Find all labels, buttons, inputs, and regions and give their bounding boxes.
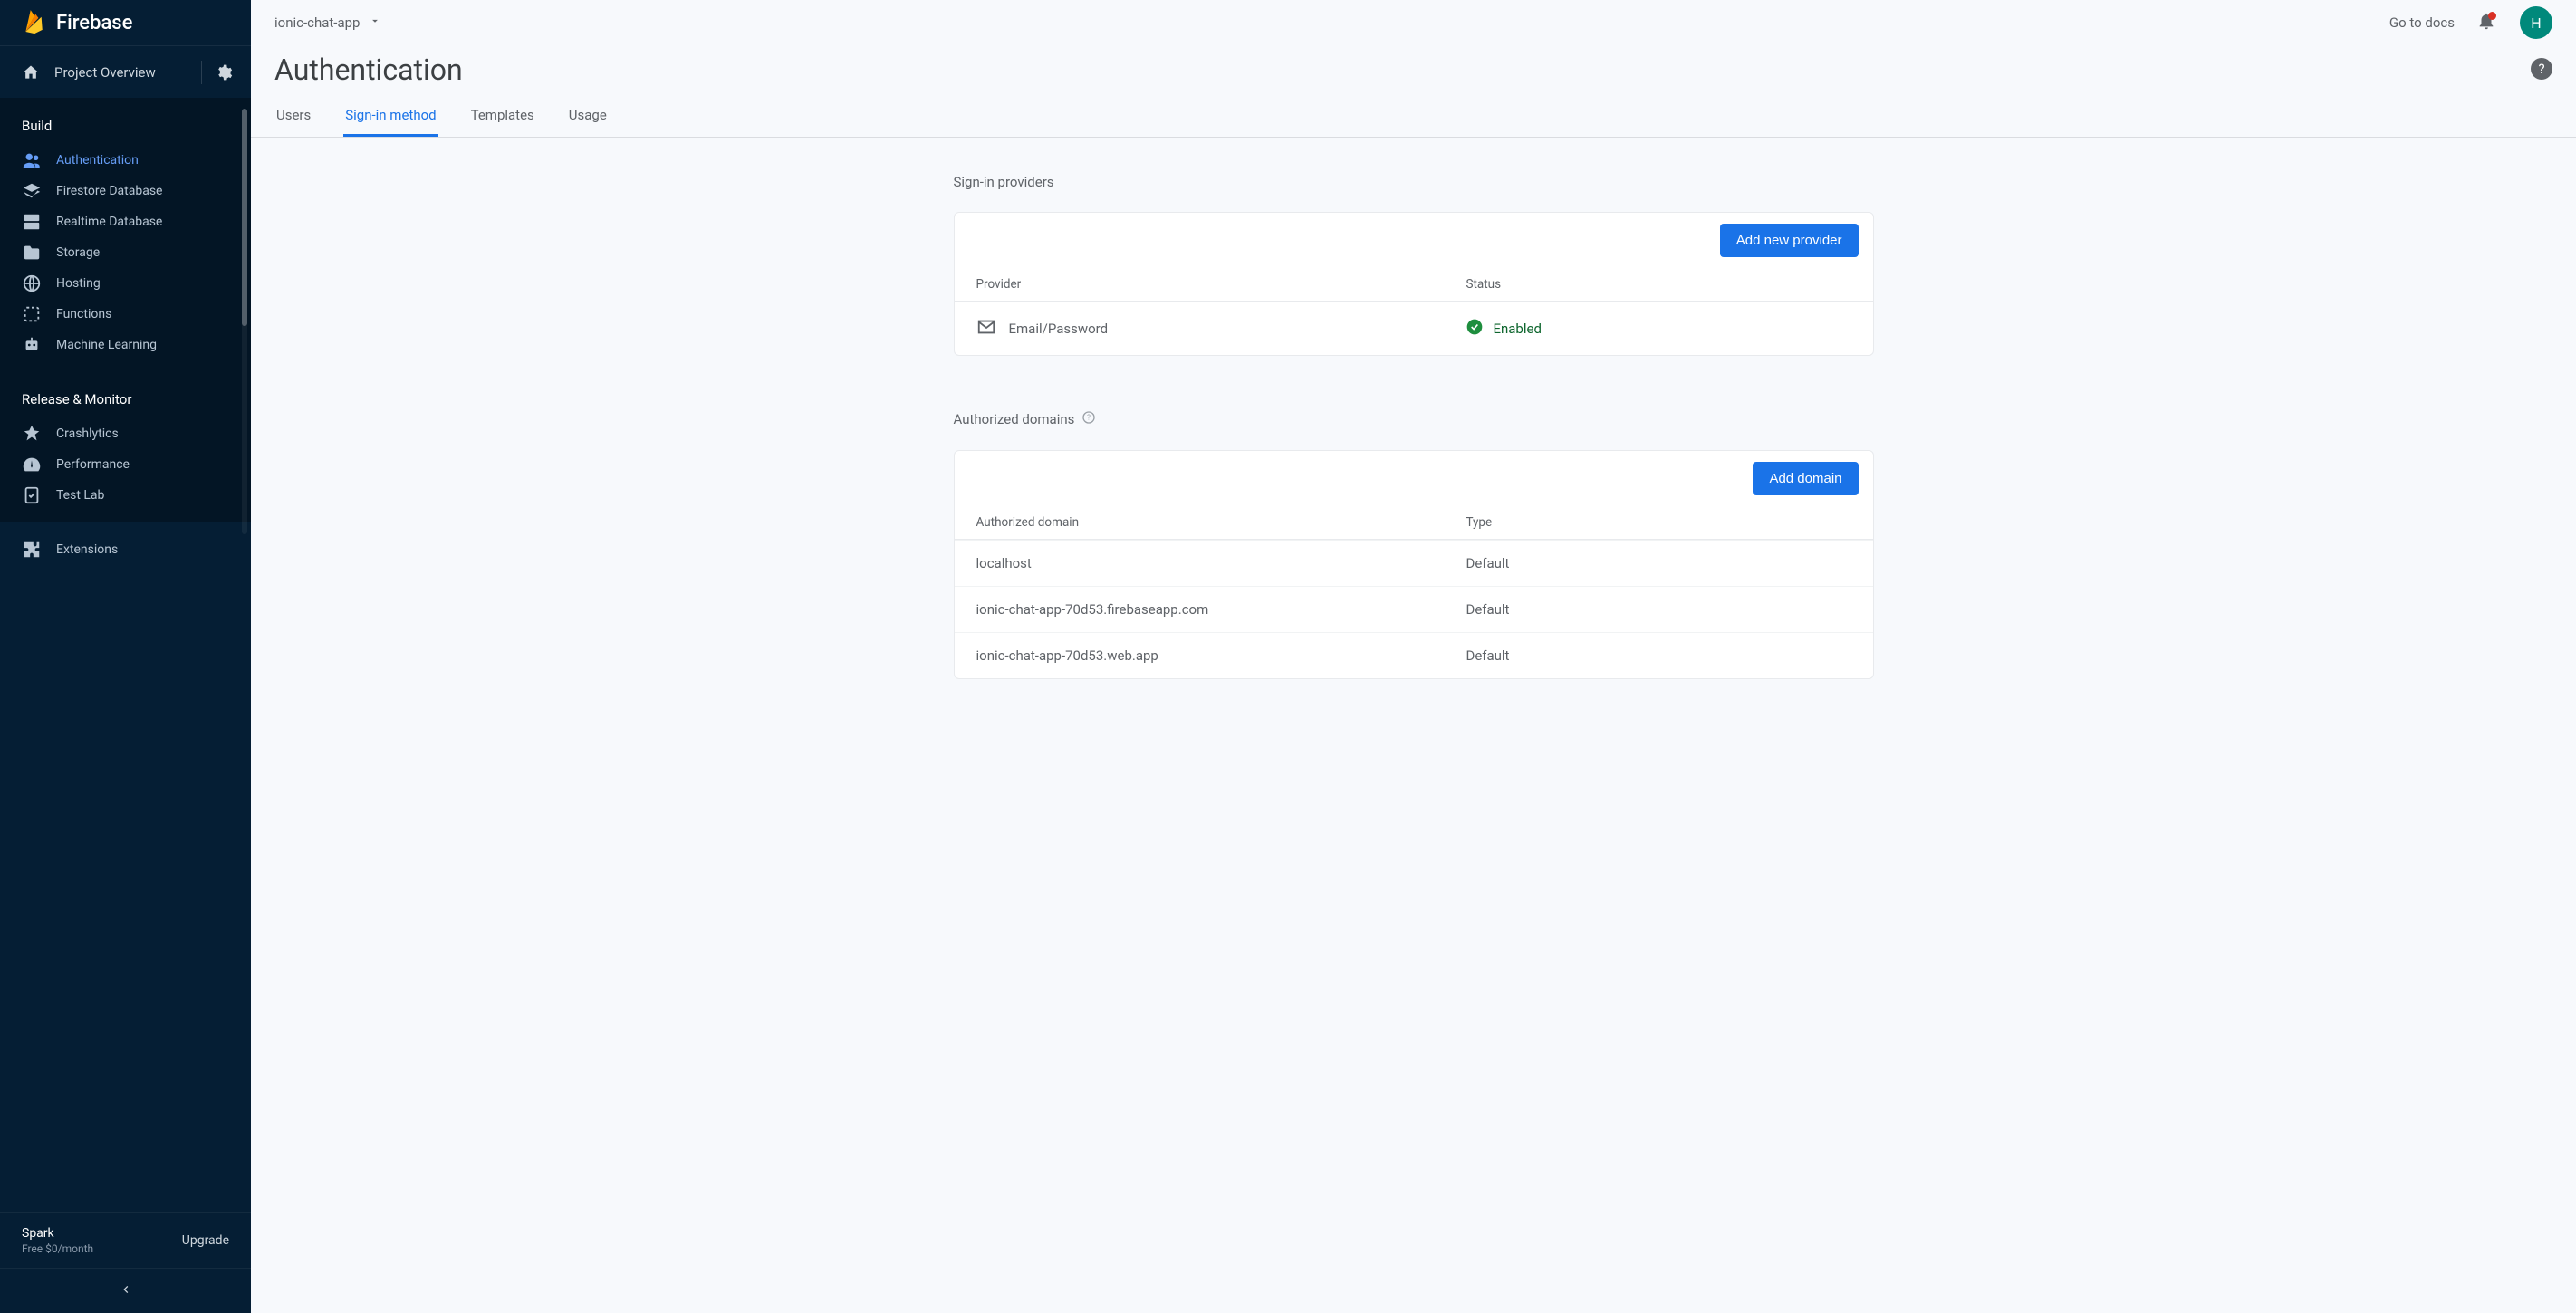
providers-table-head: Provider Status — [955, 268, 1873, 302]
topbar: ionic-chat-app Go to docs H — [251, 0, 2576, 45]
people-icon — [22, 150, 42, 170]
svg-text:?: ? — [1088, 414, 1091, 422]
firebase-wordmark: Firebase — [56, 12, 132, 34]
provider-row[interactable]: Email/Password Enabled — [955, 302, 1873, 355]
robot-icon — [22, 335, 42, 355]
sidebar-item-label: Storage — [56, 245, 100, 260]
plan-row: Spark Free $0/month Upgrade — [0, 1212, 251, 1268]
sidebar-item-testlab[interactable]: Test Lab — [0, 480, 251, 511]
sidebar-item-label: Firestore Database — [56, 184, 162, 198]
sidebar-item-label: Performance — [56, 457, 130, 472]
firebase-flame-icon — [22, 9, 45, 36]
add-provider-button[interactable]: Add new provider — [1720, 224, 1859, 257]
domains-table-head: Authorized domain Type — [955, 506, 1873, 540]
domains-card: Add domain Authorized domain Type localh… — [954, 450, 1874, 679]
sidebar-item-label: Machine Learning — [56, 338, 157, 352]
sidebar-item-hosting[interactable]: Hosting — [0, 268, 251, 299]
sidebar-item-label: Realtime Database — [56, 215, 162, 229]
col-status: Status — [1466, 277, 1850, 292]
tab-sign-in-method[interactable]: Sign-in method — [343, 107, 437, 137]
sidebar-item-firestore[interactable]: Firestore Database — [0, 176, 251, 206]
sidebar-item-label: Authentication — [56, 153, 139, 168]
sidebar-item-functions[interactable]: Functions — [0, 299, 251, 330]
plan-name: Spark — [22, 1226, 93, 1241]
project-selector[interactable]: ionic-chat-app — [274, 14, 381, 31]
page-title: Authentication — [274, 53, 2552, 87]
sidebar-scrollbar[interactable] — [242, 109, 247, 534]
tab-usage[interactable]: Usage — [567, 107, 609, 137]
domain-value: localhost — [976, 555, 1466, 571]
nav-group-release: Crashlytics Performance Test Lab — [0, 418, 251, 522]
project-overview-row[interactable]: Project Overview — [0, 45, 251, 98]
main: ionic-chat-app Go to docs H Authenticati… — [251, 0, 2576, 1313]
providers-card: Add new provider Provider Status Email/P… — [954, 212, 1874, 356]
domain-row[interactable]: localhost Default — [955, 540, 1873, 586]
domain-value: ionic-chat-app-70d53.web.app — [976, 647, 1466, 664]
col-provider: Provider — [976, 277, 1466, 292]
checklist-icon — [22, 485, 42, 505]
gauge-icon — [22, 455, 42, 474]
provider-name: Email/Password — [1009, 321, 1109, 337]
info-icon[interactable]: ? — [1081, 410, 1096, 428]
upgrade-button[interactable]: Upgrade — [182, 1233, 229, 1248]
functions-icon — [22, 304, 42, 324]
collapse-sidebar-button[interactable] — [0, 1268, 251, 1313]
sidebar-item-authentication[interactable]: Authentication — [0, 145, 251, 176]
help-button[interactable]: ? — [2531, 58, 2552, 80]
sidebar-item-rtdb[interactable]: Realtime Database — [0, 206, 251, 237]
page-header: Authentication ? — [251, 45, 2576, 87]
domain-row[interactable]: ionic-chat-app-70d53.firebaseapp.com Def… — [955, 586, 1873, 632]
folder-icon — [22, 243, 42, 263]
section-header-release[interactable]: Release & Monitor — [0, 371, 251, 418]
sidebar-item-storage[interactable]: Storage — [0, 237, 251, 268]
database-icon — [22, 212, 42, 232]
go-to-docs-link[interactable]: Go to docs — [2389, 14, 2455, 31]
scrollbar-thumb[interactable] — [242, 109, 247, 326]
tab-users[interactable]: Users — [274, 107, 312, 137]
section-header-build[interactable]: Build — [0, 98, 251, 145]
mail-icon — [976, 317, 996, 340]
provider-status: Enabled — [1493, 321, 1541, 337]
tabs: Users Sign-in method Templates Usage — [251, 87, 2576, 138]
gear-icon[interactable] — [215, 63, 233, 81]
sidebar-item-label: Extensions — [56, 542, 118, 557]
layers-icon — [22, 181, 42, 201]
sidebar-item-label: Crashlytics — [56, 426, 119, 441]
sidebar-item-crashlytics[interactable]: Crashlytics — [0, 418, 251, 449]
plan-sub: Free $0/month — [22, 1242, 93, 1255]
domain-type: Default — [1466, 601, 1850, 618]
check-circle-icon — [1466, 318, 1484, 340]
domain-value: ionic-chat-app-70d53.firebaseapp.com — [976, 601, 1466, 618]
project-overview-label: Project Overview — [54, 64, 188, 81]
chevron-left-icon — [119, 1282, 133, 1300]
domains-section-title: Authorized domains ? — [954, 410, 1874, 428]
sidebar-item-ml[interactable]: Machine Learning — [0, 330, 251, 360]
sidebar-item-label: Functions — [56, 307, 111, 321]
globe-icon — [22, 273, 42, 293]
caret-down-icon — [369, 14, 381, 31]
providers-section-title: Sign-in providers — [954, 174, 1874, 190]
domain-type: Default — [1466, 647, 1850, 664]
crash-icon — [22, 424, 42, 444]
domain-type: Default — [1466, 555, 1850, 571]
tab-templates[interactable]: Templates — [469, 107, 536, 137]
col-authorized-domain: Authorized domain — [976, 515, 1466, 530]
nav-group-build: Authentication Firestore Database Realti… — [0, 145, 251, 371]
avatar[interactable]: H — [2520, 6, 2552, 39]
col-type: Type — [1466, 515, 1850, 530]
sidebar-item-label: Hosting — [56, 276, 101, 291]
project-name-label: ionic-chat-app — [274, 14, 360, 31]
sidebar: Firebase Project Overview Build Authenti… — [0, 0, 251, 1313]
firebase-logo[interactable]: Firebase — [0, 0, 251, 45]
notifications-button[interactable] — [2475, 11, 2498, 34]
add-domain-button[interactable]: Add domain — [1753, 462, 1858, 495]
sidebar-item-extensions[interactable]: Extensions — [0, 522, 251, 576]
notification-dot — [2488, 12, 2496, 20]
sidebar-item-label: Test Lab — [56, 488, 104, 503]
puzzle-icon — [22, 540, 42, 560]
domain-row[interactable]: ionic-chat-app-70d53.web.app Default — [955, 632, 1873, 678]
sidebar-item-performance[interactable]: Performance — [0, 449, 251, 480]
home-icon — [22, 63, 40, 81]
